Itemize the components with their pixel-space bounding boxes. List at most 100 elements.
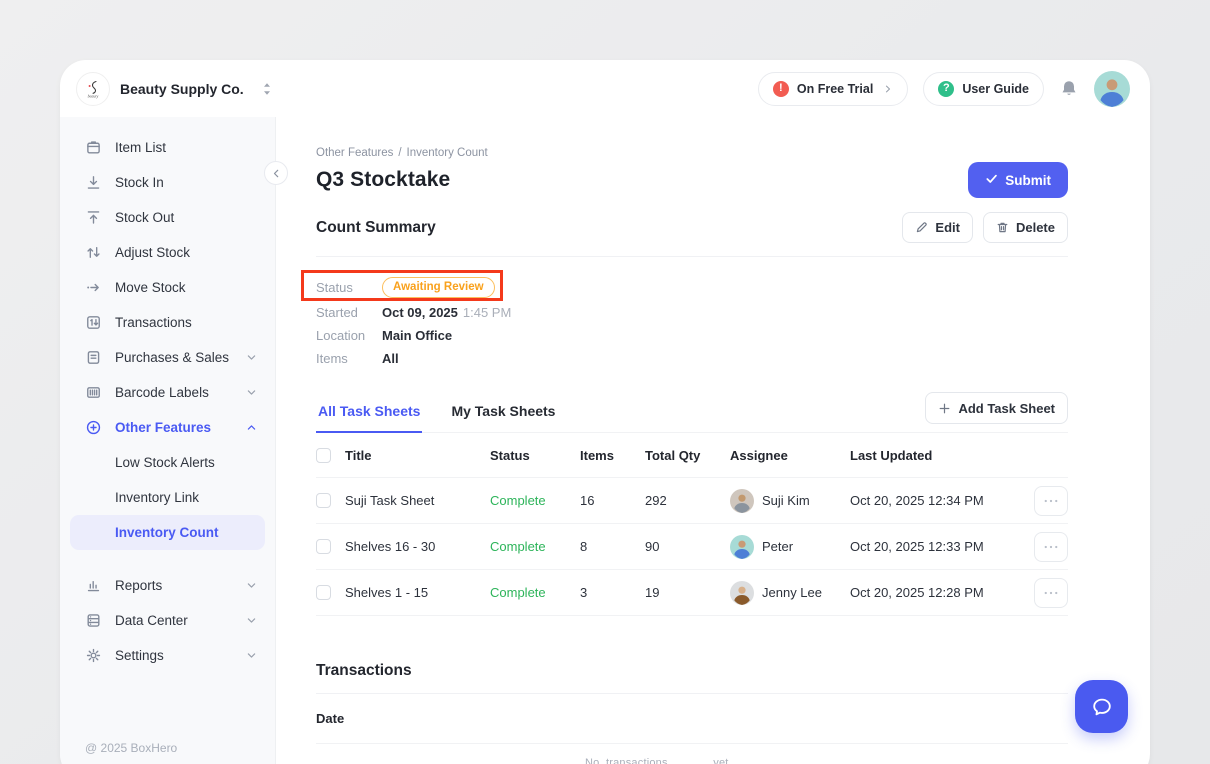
started-field: Started Oct 09, 2025 1:45 PM [316, 301, 1068, 324]
arrow-down-tray-icon [85, 174, 102, 191]
row-checkbox[interactable] [316, 585, 331, 600]
table-header: Title Status Items Total Qty Assignee La… [316, 433, 1068, 478]
main-content: Other Features/Inventory Count Q3 Stockt… [276, 117, 1150, 764]
gear-icon [85, 647, 102, 664]
chevron-down-icon [246, 387, 257, 398]
barcode-icon [85, 384, 102, 401]
row-actions-button[interactable] [1034, 578, 1068, 608]
sidebar-collapse-button[interactable] [264, 161, 288, 185]
chevron-down-icon [246, 352, 257, 363]
workspace-logo: beauty [76, 72, 110, 106]
sidebar-item-transactions[interactable]: Transactions [60, 305, 275, 340]
status-field: Status Awaiting Review [316, 274, 1068, 301]
sidebar-item-low-stock-alerts[interactable]: Low Stock Alerts [60, 445, 275, 480]
arrow-right-dotted-icon [85, 279, 102, 296]
sidebar-item-data-center[interactable]: Data Center [60, 603, 275, 638]
help-icon: ? [938, 81, 954, 97]
sidebar-item-inventory-link[interactable]: Inventory Link [60, 480, 275, 515]
top-bar: beauty Beauty Supply Co. ! On Free Trial… [60, 60, 1150, 117]
database-icon [85, 612, 102, 629]
workspace-switcher[interactable]: beauty Beauty Supply Co. [76, 72, 272, 106]
top-bar-actions: ! On Free Trial ? User Guide [758, 71, 1130, 107]
transactions-icon [85, 314, 102, 331]
row-checkbox[interactable] [316, 493, 331, 508]
summary-divider [316, 256, 1068, 257]
sidebar-item-reports[interactable]: Reports [60, 568, 275, 603]
sidebar-item-inventory-count[interactable]: Inventory Count [70, 515, 265, 550]
pencil-icon [915, 221, 928, 234]
box-icon [85, 139, 102, 156]
sidebar-item-move-stock[interactable]: Move Stock [60, 270, 275, 305]
assignee-avatar [730, 489, 754, 513]
arrows-up-down-icon [85, 244, 102, 261]
chevron-up-icon [246, 422, 257, 433]
bar-chart-icon [85, 577, 102, 594]
row-checkbox[interactable] [316, 539, 331, 554]
task-sheet-tabs: All Task Sheets My Task Sheets Add Task … [316, 392, 1068, 433]
plus-circle-icon [85, 419, 102, 436]
submit-button[interactable]: Submit [968, 162, 1068, 198]
sidebar: Item List Stock In Stock Out Adjust Stoc… [60, 117, 276, 764]
assignee-avatar [730, 535, 754, 559]
tab-my-task-sheets[interactable]: My Task Sheets [449, 399, 557, 432]
transactions-heading: Transactions [316, 662, 1068, 680]
workspace-select-icon [262, 82, 272, 96]
chevron-down-icon [246, 580, 257, 591]
status-complete: Complete [490, 539, 580, 554]
status-complete: Complete [490, 493, 580, 508]
row-actions-button[interactable] [1034, 532, 1068, 562]
add-task-sheet-button[interactable]: Add Task Sheet [925, 392, 1068, 424]
status-badge: Awaiting Review [382, 277, 495, 298]
assignee-avatar [730, 581, 754, 605]
delete-button[interactable]: Delete [983, 212, 1068, 243]
trash-icon [996, 221, 1009, 234]
page-title: Q3 Stocktake [316, 168, 450, 192]
workspace-name: Beauty Supply Co. [120, 81, 244, 97]
items-field: Items All [316, 347, 1068, 370]
edit-button[interactable]: Edit [902, 212, 973, 243]
breadcrumb-current: Inventory Count [407, 147, 488, 159]
summary-fields: Status Awaiting Review Started Oct 09, 2… [316, 274, 1068, 370]
transactions-section: Transactions Date [316, 662, 1068, 744]
copyright-text: @ 2025 BoxHero [85, 741, 177, 755]
sidebar-item-barcode-labels[interactable]: Barcode Labels [60, 375, 275, 410]
row-actions-button[interactable] [1034, 486, 1068, 516]
user-guide-button[interactable]: ? User Guide [923, 72, 1044, 106]
notifications-bell-icon[interactable] [1059, 79, 1079, 99]
sidebar-item-item-list[interactable]: Item List [60, 130, 275, 165]
sidebar-item-stock-out[interactable]: Stock Out [60, 200, 275, 235]
sidebar-item-purchases-sales[interactable]: Purchases & Sales [60, 340, 275, 375]
breadcrumb: Other Features/Inventory Count [316, 147, 1068, 159]
app-window: beauty Beauty Supply Co. ! On Free Trial… [60, 60, 1150, 764]
free-trial-button[interactable]: ! On Free Trial [758, 72, 908, 106]
table-row[interactable]: Suji Task Sheet Complete 16 292 Suji Kim… [316, 478, 1068, 524]
sidebar-item-stock-in[interactable]: Stock In [60, 165, 275, 200]
chevron-down-icon [246, 650, 257, 661]
document-icon [85, 349, 102, 366]
chat-support-button[interactable] [1075, 680, 1128, 733]
count-summary-heading: Count Summary [316, 219, 436, 237]
sidebar-item-adjust-stock[interactable]: Adjust Stock [60, 235, 275, 270]
trial-alert-icon: ! [773, 81, 789, 97]
chevron-right-icon [883, 84, 893, 94]
breadcrumb-parent[interactable]: Other Features [316, 147, 393, 159]
tab-all-task-sheets[interactable]: All Task Sheets [316, 399, 422, 433]
table-row[interactable]: Shelves 16 - 30 Complete 8 90 Peter Oct … [316, 524, 1068, 570]
check-icon [985, 172, 998, 188]
transactions-date-header: Date [316, 694, 1068, 744]
table-row[interactable]: Shelves 1 - 15 Complete 3 19 Jenny Lee O… [316, 570, 1068, 616]
arrow-up-tray-icon [85, 209, 102, 226]
select-all-checkbox[interactable] [316, 448, 331, 463]
trial-label: On Free Trial [797, 82, 873, 96]
clipped-bottom-text: No transactions yet [585, 757, 845, 764]
sidebar-item-settings[interactable]: Settings [60, 638, 275, 673]
task-sheet-table: Title Status Items Total Qty Assignee La… [316, 433, 1068, 616]
location-field: Location Main Office [316, 324, 1068, 347]
user-avatar[interactable] [1094, 71, 1130, 107]
user-guide-label: User Guide [962, 82, 1029, 96]
plus-icon [938, 402, 951, 415]
status-complete: Complete [490, 585, 580, 600]
chevron-down-icon [246, 615, 257, 626]
svg-text:beauty: beauty [88, 93, 99, 98]
sidebar-item-other-features[interactable]: Other Features [60, 410, 275, 445]
